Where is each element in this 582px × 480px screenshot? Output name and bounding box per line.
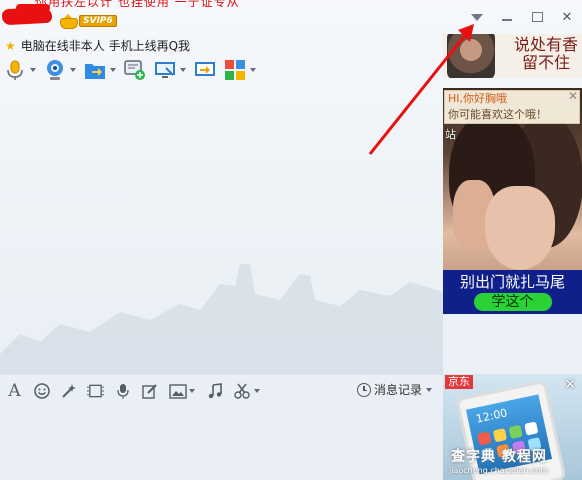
ad-stamp: 站: [445, 128, 456, 141]
svip-label: SVIP6: [79, 15, 117, 27]
font-button[interactable]: A: [6, 381, 23, 401]
scissors-icon: [234, 383, 250, 399]
ad-avatar: [447, 34, 495, 78]
ad-calligraphy: 说处有香 留不住: [513, 35, 578, 72]
chevron-down-icon[interactable]: [189, 389, 195, 393]
divider: [0, 374, 443, 375]
input-toolbar: A: [6, 380, 271, 402]
image-button[interactable]: [168, 383, 196, 400]
skyline-background: [0, 264, 443, 374]
chat-plus-icon: [124, 59, 146, 81]
ad-banner[interactable]: 别出门就扎马尾 学这个: [443, 270, 582, 314]
transfer-file-button[interactable]: [84, 59, 116, 81]
ad-greeting-bubble: HI,你好胸哦 你可能喜欢这个哦！: [444, 90, 580, 124]
watermark: 查字典 教程网: [451, 449, 547, 465]
emoji-button[interactable]: [33, 383, 50, 400]
message-input[interactable]: [0, 404, 443, 480]
maximize-icon: [531, 12, 543, 22]
ad-banner-title: 别出门就扎马尾: [459, 273, 565, 291]
chat-window: …你用扶左以计 也挂使用 一宁证专从 SVIP6 ✕ ★ 电脑在线非本人 手机上…: [0, 0, 582, 480]
chevron-down-icon: [471, 13, 483, 21]
watermark-url: jiaocheng.chazidian.com: [449, 466, 549, 475]
screen-share-icon: [194, 59, 216, 81]
music-icon: [208, 383, 222, 399]
microphone-icon: [4, 59, 26, 81]
ad-subtext: 你可能喜欢这个哦！: [448, 108, 547, 121]
edit-icon: [141, 384, 157, 399]
clock-icon: [357, 382, 371, 397]
chevron-down-icon[interactable]: [254, 389, 260, 393]
message-history-label: 消息记录: [374, 383, 423, 397]
font-icon: A: [8, 381, 21, 401]
screenshot-icon: [87, 384, 104, 398]
minimize-icon: [502, 19, 512, 21]
voice-message-button[interactable]: [114, 383, 131, 400]
jd-logo: 京东: [445, 375, 473, 389]
minimize-button[interactable]: [492, 6, 522, 28]
magic-icon: [61, 384, 76, 398]
top-cut-text: …你用扶左以计 也挂使用 一宁证专从: [22, 0, 240, 9]
voice-call-button[interactable]: [4, 59, 36, 81]
chevron-down-icon[interactable]: [426, 387, 433, 392]
music-button[interactable]: [206, 383, 223, 400]
chevron-down-icon[interactable]: [180, 68, 186, 72]
redacted-mark: [16, 4, 50, 12]
status-message: ★ 电脑在线非本人 手机上线再Q我: [5, 37, 190, 54]
edit-button[interactable]: [141, 383, 158, 400]
chat-toolbar: [4, 57, 264, 83]
top-right-ad[interactable]: 说处有香 留不住: [443, 34, 582, 78]
star-icon: ★: [5, 38, 16, 53]
app-grid-icon: [224, 59, 246, 81]
magic-button[interactable]: [60, 383, 77, 400]
maximize-button[interactable]: [522, 6, 552, 28]
chevron-down-icon[interactable]: [70, 68, 76, 72]
ad-cta-button[interactable]: 学这个: [473, 293, 552, 311]
svip-badge[interactable]: SVIP6: [58, 14, 117, 29]
crown-icon: [58, 14, 78, 29]
bottom-ad[interactable]: 12:00 京东 ✕ 查字典 教程网 jiaocheng.chazidian.c…: [443, 374, 582, 480]
side-ad[interactable]: HI,你好胸哦 你可能喜欢这个哦！ ✕ 站 别出门就扎马尾 学这个: [443, 88, 582, 314]
ad-close-button[interactable]: ✕: [567, 90, 579, 102]
bottom-ad-close-button[interactable]: ✕: [564, 378, 576, 392]
ad-greeting: HI,你好胸哦: [448, 92, 508, 105]
message-history[interactable]: [0, 86, 443, 374]
screenshot-button[interactable]: [87, 383, 104, 400]
remote-desktop-button[interactable]: [154, 59, 186, 81]
chevron-down-icon[interactable]: [250, 68, 256, 72]
image-icon: [169, 383, 187, 399]
window-controls: ✕: [462, 6, 582, 28]
close-icon: ✕: [561, 9, 573, 25]
video-call-button[interactable]: [44, 59, 76, 81]
chevron-down-icon[interactable]: [110, 68, 116, 72]
dropdown-button[interactable]: [462, 6, 492, 28]
emoji-icon: [33, 383, 50, 399]
scissors-button[interactable]: [233, 383, 261, 400]
message-history-button[interactable]: 消息记录: [357, 381, 433, 398]
close-button[interactable]: ✕: [552, 6, 582, 28]
title-bar: …你用扶左以计 也挂使用 一宁证专从 SVIP6 ✕: [0, 0, 582, 34]
voice-message-icon: [116, 384, 129, 399]
monitor-icon: [154, 59, 176, 81]
app-center-button[interactable]: [224, 59, 256, 81]
phone-time: 12:00: [474, 406, 509, 426]
chevron-down-icon[interactable]: [30, 68, 36, 72]
folder-arrow-icon: [84, 59, 106, 81]
add-contact-button[interactable]: [124, 59, 146, 81]
status-text: 电脑在线非本人 手机上线再Q我: [20, 39, 191, 53]
webcam-icon: [44, 59, 66, 81]
share-screen-button[interactable]: [194, 59, 216, 81]
